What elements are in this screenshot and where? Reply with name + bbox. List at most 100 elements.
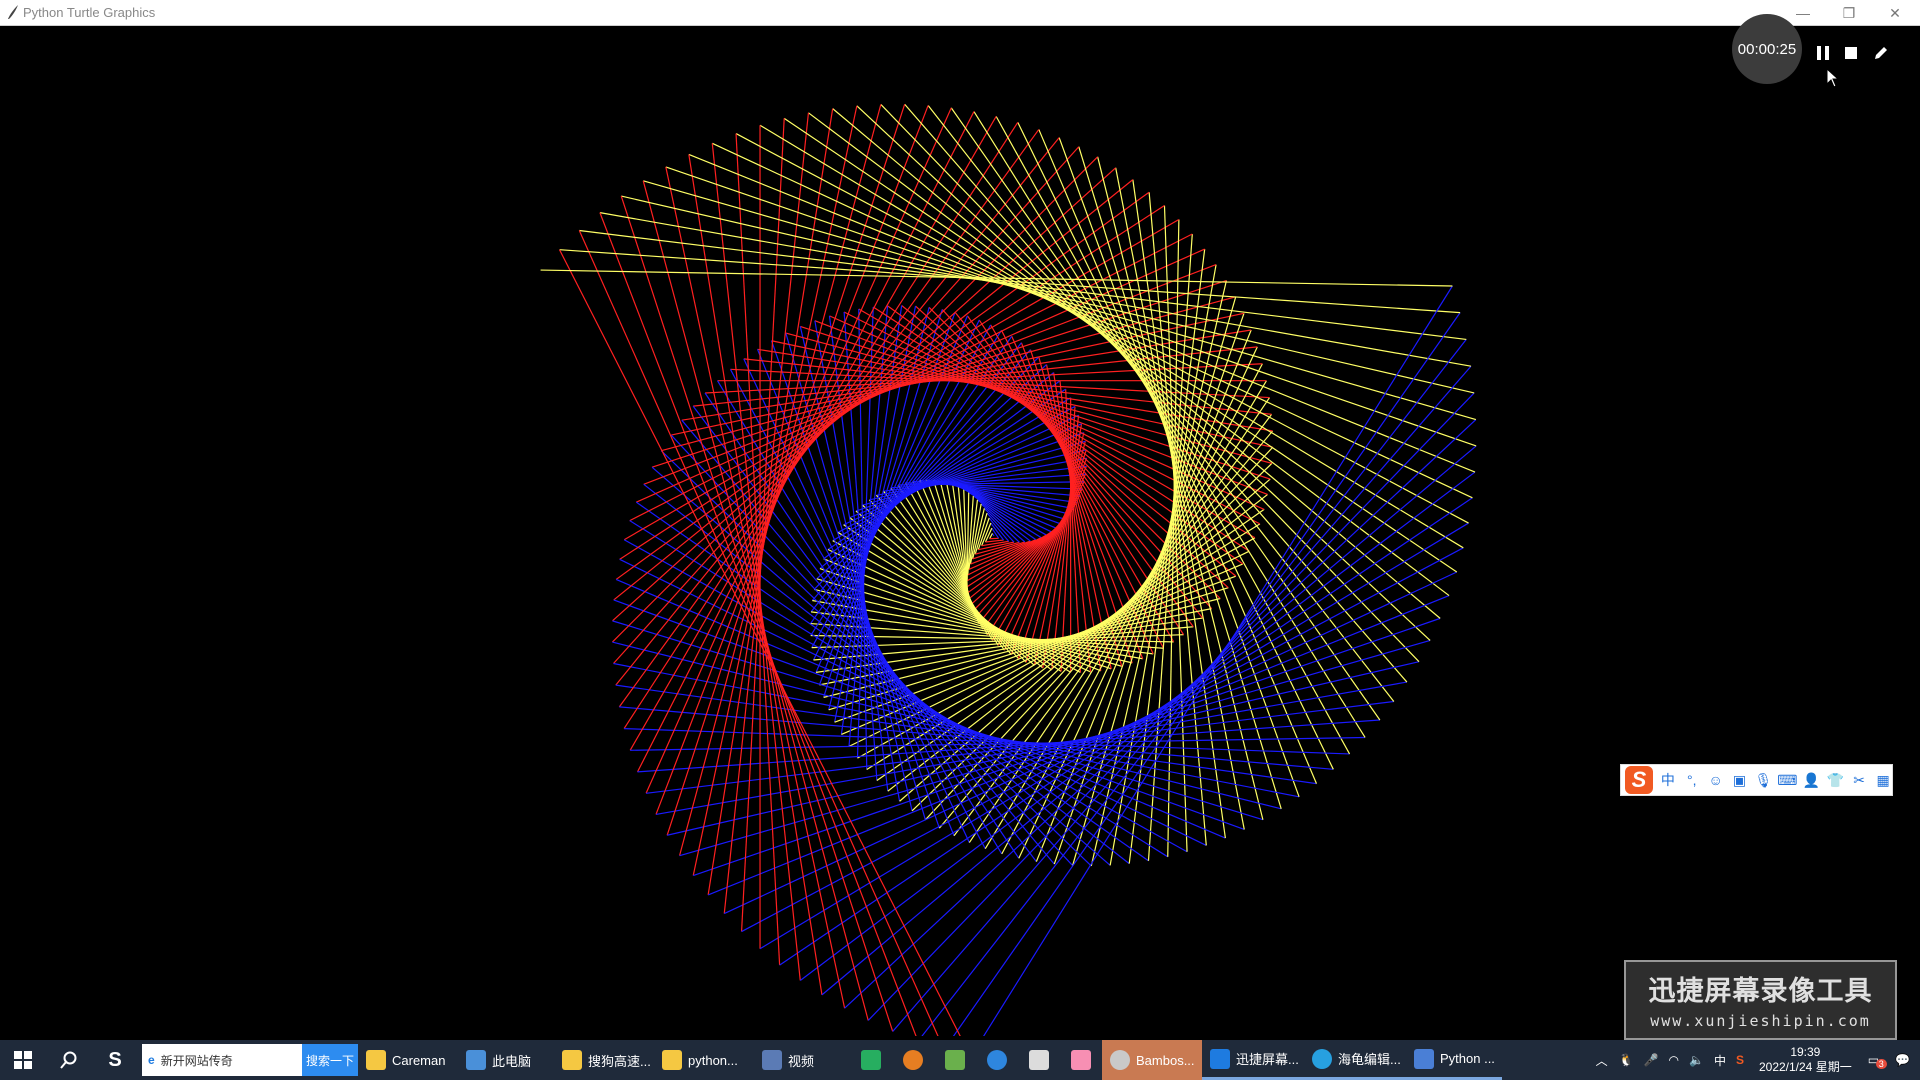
spiral-segment	[619, 558, 1207, 846]
spiral-segment	[615, 578, 1226, 839]
tray-chevron-icon[interactable]: ︿	[1596, 1052, 1608, 1069]
app-icon	[1110, 1050, 1130, 1070]
pinned-media-player[interactable]	[850, 1040, 892, 1080]
recorder-control: 00:00:25	[1732, 14, 1887, 84]
pinned-app-pink[interactable]	[1060, 1040, 1102, 1080]
spiral-segment	[707, 108, 834, 895]
spiral-segment	[692, 105, 858, 876]
clock[interactable]: 19:39 2022/1/24 星期一	[1759, 1045, 1852, 1075]
action-center-icon[interactable]: 💬	[1895, 1053, 1910, 1067]
close-icon: ✕	[1889, 4, 1901, 21]
browser-search-button[interactable]: 搜索一下	[302, 1044, 358, 1076]
arrow-icon	[1029, 1050, 1049, 1070]
sogou-logo-icon[interactable]: S	[1625, 766, 1653, 794]
plant-icon	[945, 1050, 965, 1070]
taskbar-item-bambos[interactable]: Bambos...	[1102, 1040, 1202, 1080]
pen-icon	[1875, 47, 1887, 59]
computer-icon	[466, 1050, 486, 1070]
turtle-canvas[interactable]	[4, 26, 1912, 1036]
clock-date: 2022/1/24 星期一	[1758, 1060, 1852, 1074]
system-tray: ︿ 🐧 🎤 ◠ 🔈 中 S 19:39 2022/1/24 星期一 ▭ 3 💬	[1590, 1040, 1920, 1080]
folder-icon	[662, 1050, 682, 1070]
recorder-watermark: 迅捷屏幕录像工具 www.xunjieshipin.com	[1624, 960, 1897, 1040]
user-icon[interactable]: 👤	[1802, 771, 1820, 789]
taskbar-item-label: 迅捷屏幕...	[1236, 1052, 1299, 1067]
stop-button[interactable]	[1840, 42, 1862, 64]
spiral-segment	[643, 180, 1477, 421]
pinned-app-plant[interactable]	[934, 1040, 976, 1080]
spiral-segment	[621, 195, 1475, 394]
spiral-segment	[995, 116, 1351, 755]
ime-toolbar: S 中 °, ☺ ▣ 🎙 ⌨ 👤 👕 ✂ ▦	[1620, 764, 1893, 796]
stop-icon	[1845, 47, 1857, 59]
spiral-segment	[693, 346, 1258, 407]
windows-logo-icon	[14, 1051, 32, 1069]
spiral-segment	[927, 105, 1395, 702]
search-taskbar-button[interactable]	[46, 1040, 92, 1080]
mouse-cursor-icon	[1826, 68, 1840, 88]
spiral-segment	[599, 212, 917, 1036]
spiral-segment	[858, 308, 1256, 539]
spiral-segment	[723, 112, 810, 914]
taskbar-item-sogou-download[interactable]: 搜狗高速...	[554, 1040, 654, 1080]
pen-button[interactable]	[1870, 42, 1892, 64]
taskbar-item-label: Careman	[392, 1052, 446, 1068]
ime-mode-toggle[interactable]: 中	[1659, 771, 1677, 789]
window-title: Python Turtle Graphics	[23, 5, 156, 20]
spiral-segment	[759, 124, 1464, 549]
microphone-icon[interactable]: 🎙	[1754, 771, 1773, 789]
taskbar-item-label: 此电脑	[492, 1053, 532, 1069]
pause-button[interactable]	[1812, 42, 1834, 64]
spiral-segment	[629, 520, 1169, 858]
volume-icon[interactable]: 🔈	[1689, 1053, 1704, 1067]
soft-keyboard-icon[interactable]: ⌨	[1777, 771, 1797, 789]
play-icon	[861, 1050, 881, 1070]
punctuation-icon[interactable]: °,	[1683, 771, 1701, 789]
sogou-tray-icon[interactable]: S	[1736, 1053, 1744, 1067]
sogou-s-icon: S	[108, 1048, 122, 1071]
qq-icon[interactable]: 🐧	[1619, 1053, 1634, 1067]
scissors-icon[interactable]: ✂	[1850, 771, 1868, 789]
browser-search-field[interactable]: e 新开网站传奇	[142, 1044, 302, 1076]
fox-icon	[903, 1050, 923, 1070]
toolbox-icon[interactable]: ▦	[1874, 771, 1892, 789]
taskbar-item-label: 搜狗高速...	[588, 1053, 651, 1069]
taskbar-item-xunjie-recorder[interactable]: 迅捷屏幕...	[1202, 1040, 1304, 1080]
taskbar-item-python-turtle[interactable]: Python ...	[1406, 1040, 1502, 1080]
recorder-icon	[1210, 1048, 1230, 1069]
pinned-app-arrow[interactable]	[1018, 1040, 1060, 1080]
taskbar-item-turtle-editor[interactable]: 海龟编辑...	[1304, 1040, 1406, 1080]
spiral-segment	[642, 180, 869, 1021]
pink-app-icon	[1071, 1050, 1091, 1070]
input-language[interactable]: 中	[1714, 1052, 1726, 1069]
spiral-segment	[849, 517, 1053, 671]
pinned-app-fox[interactable]	[892, 1040, 934, 1080]
notification-icon[interactable]: ▭ 3	[1868, 1053, 1887, 1069]
taskbar-item-careman[interactable]: Careman	[358, 1040, 458, 1080]
spiral-segment	[756, 349, 955, 836]
start-button[interactable]	[0, 1040, 46, 1080]
spiral-segment	[799, 471, 1476, 981]
feather-icon	[1414, 1048, 1434, 1069]
taskbar-item-video[interactable]: 视频	[754, 1040, 850, 1080]
microphone-tray-icon[interactable]: 🎤	[1644, 1053, 1659, 1067]
pinned-app-browser[interactable]	[976, 1040, 1018, 1080]
sogou-taskbar-button[interactable]: S	[92, 1040, 138, 1080]
globe-icon	[987, 1050, 1007, 1070]
taskbar-item-python-folder[interactable]: python...	[654, 1040, 754, 1080]
notification-badge: 3	[1875, 1059, 1887, 1069]
spiral-segment	[1053, 313, 1245, 865]
spiral-segment	[735, 133, 1469, 524]
taskbar-item-this-pc[interactable]: 此电脑	[458, 1040, 554, 1080]
turtle-feather-icon	[8, 5, 18, 19]
taskbar-item-label: 视频	[788, 1053, 815, 1069]
emoji-icon[interactable]: ☺	[1707, 771, 1725, 789]
spiral-segment	[808, 112, 1450, 597]
close-button[interactable]: ✕	[1872, 0, 1918, 26]
browser-search-value: 新开网站传奇	[160, 1053, 233, 1068]
spiral-segment	[711, 143, 801, 981]
keyboard-switch-icon[interactable]: ▣	[1731, 771, 1749, 789]
network-icon[interactable]: ◠	[1669, 1053, 1679, 1067]
skin-icon[interactable]: 👕	[1826, 771, 1844, 789]
taskbar-item-label: Python ...	[1440, 1051, 1495, 1066]
